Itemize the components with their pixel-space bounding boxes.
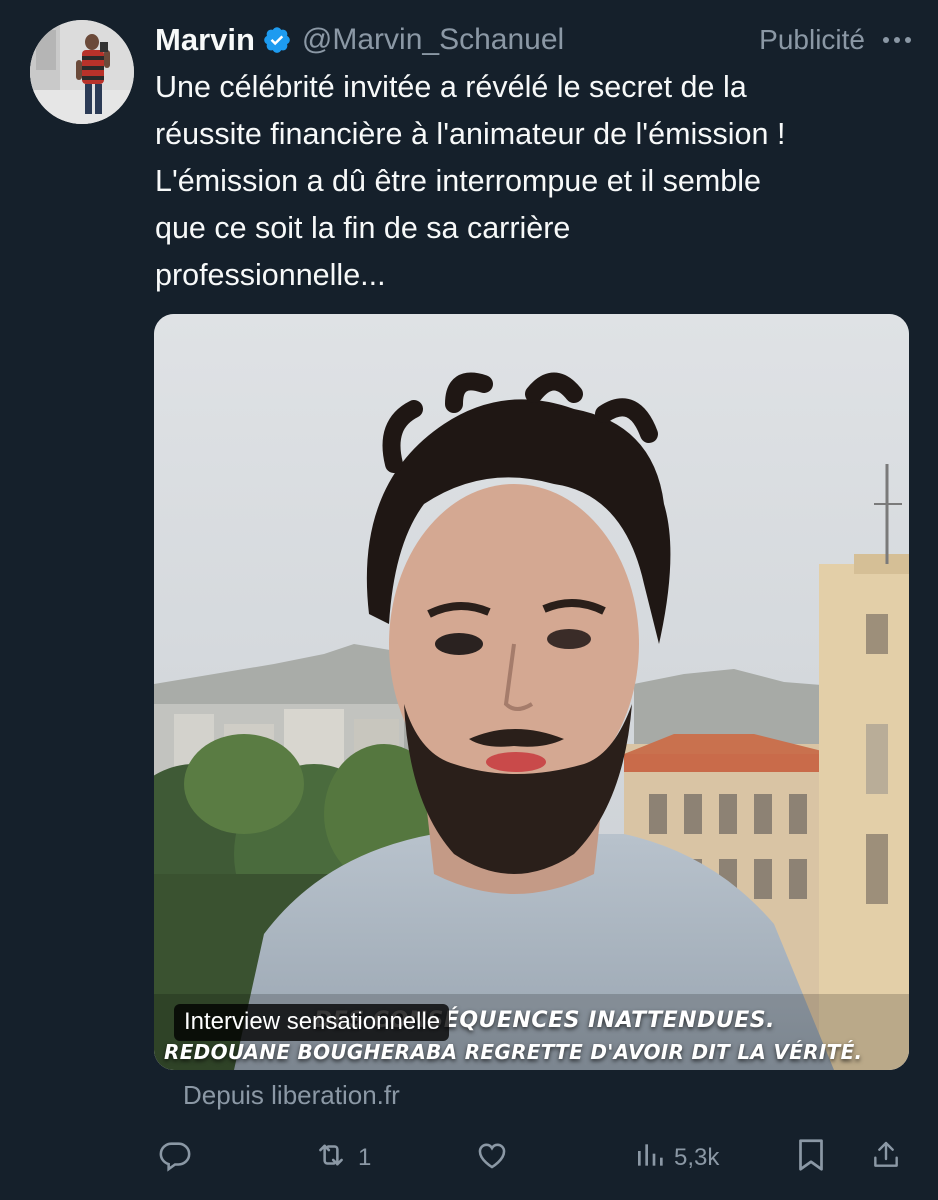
- author-name[interactable]: Marvin: [155, 22, 255, 58]
- media-caption-line2: REDOUANE BOUGHERABA REGRETTE D'AVOIR DIT…: [164, 1040, 863, 1064]
- more-options-icon[interactable]: [879, 25, 915, 55]
- views-bar-chart-icon: [634, 1138, 666, 1179]
- retweet-icon: [312, 1138, 350, 1179]
- media-image: [154, 314, 909, 1070]
- reply-icon: [158, 1138, 192, 1179]
- avatar[interactable]: [30, 20, 134, 124]
- verified-badge-icon: [262, 25, 292, 55]
- bookmark-button[interactable]: [796, 1130, 826, 1186]
- like-button[interactable]: [474, 1130, 510, 1186]
- avatar-photo: [30, 20, 134, 124]
- views-count: 5,3k: [674, 1144, 720, 1171]
- share-icon: [870, 1137, 902, 1180]
- tweet-header: Marvin @Marvin_Schanuel Publicité: [155, 18, 915, 62]
- retweet-count: 1: [358, 1144, 372, 1171]
- views-button[interactable]: 5,3k: [634, 1130, 719, 1186]
- promoted-tweet[interactable]: Marvin @Marvin_Schanuel Publicité Une cé…: [0, 0, 938, 1200]
- media-title-badge: Interview sensationnelle: [174, 1004, 450, 1041]
- bookmark-icon: [796, 1137, 826, 1180]
- action-bar: 1 5,3k: [0, 1130, 938, 1186]
- retweet-button[interactable]: 1: [312, 1130, 371, 1186]
- share-button[interactable]: [870, 1130, 902, 1186]
- promoted-label: Publicité: [759, 24, 865, 55]
- tweet-text: Une célébrité invitée a révélé le secret…: [155, 70, 786, 292]
- card-source[interactable]: Depuis liberation.fr: [183, 1080, 400, 1111]
- media-card[interactable]: DES CONSÉQUENCES INATTENDUES. REDOUANE B…: [154, 314, 909, 1070]
- reply-button[interactable]: [158, 1130, 192, 1186]
- author-handle[interactable]: @Marvin_Schanuel: [302, 23, 564, 57]
- heart-icon: [474, 1138, 510, 1179]
